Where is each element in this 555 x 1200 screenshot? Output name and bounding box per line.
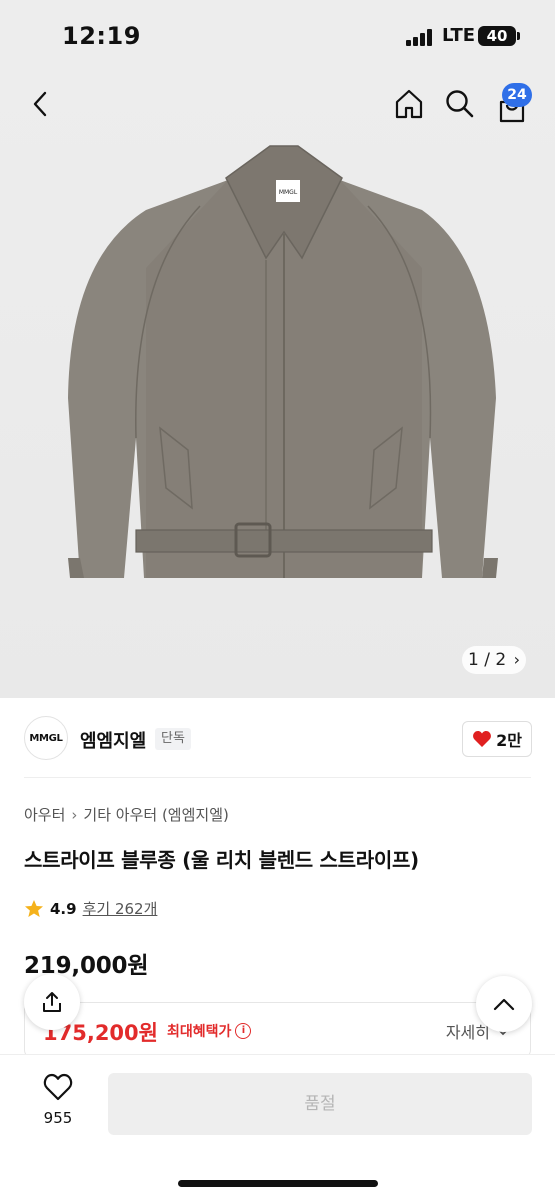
chevron-up-icon bbox=[493, 998, 515, 1011]
cart-count-badge: 24 bbox=[502, 83, 532, 107]
info-icon[interactable]: i bbox=[235, 1023, 252, 1039]
status-time: 12:19 bbox=[62, 22, 141, 50]
product-title: 스트라이프 블루종 (울 리치 블렌드 스트라이프) bbox=[24, 848, 419, 872]
status-bar: 12:19 LTE 40 bbox=[0, 0, 555, 70]
brand-like-count: 2만 bbox=[496, 731, 522, 750]
back-arrow-icon bbox=[33, 91, 47, 117]
breadcrumb-item-outer[interactable]: 아우터 bbox=[24, 804, 65, 825]
product-image-jacket: MMGL bbox=[68, 145, 498, 578]
breadcrumb-item-category[interactable]: 기타 아우터 (엠엠지엘) bbox=[83, 804, 228, 825]
sold-out-button[interactable]: 품절 bbox=[108, 1073, 532, 1135]
network-label: LTE bbox=[442, 25, 476, 46]
signal-icon bbox=[406, 28, 436, 46]
brand-like-button[interactable]: 2만 bbox=[462, 721, 532, 757]
rating-row: 4.9 후기 262개 bbox=[24, 898, 157, 919]
section-divider bbox=[24, 777, 531, 778]
search-icon bbox=[446, 90, 474, 118]
home-indicator bbox=[178, 1180, 378, 1187]
wishlist-button[interactable]: 955 bbox=[30, 1073, 86, 1133]
chevron-right-icon: › bbox=[513, 650, 520, 669]
home-icon bbox=[395, 89, 423, 119]
star-icon bbox=[25, 899, 43, 917]
review-link[interactable]: 후기 262개 bbox=[83, 898, 158, 919]
image-page-indicator[interactable]: 1 / 2 › bbox=[462, 646, 526, 674]
garment-label: MMGL bbox=[279, 189, 298, 196]
brand-row: MMGL 엠엠지엘 단독 2만 bbox=[0, 712, 555, 772]
rating-value: 4.9 bbox=[50, 899, 77, 918]
page-indicator-text: 1 / 2 bbox=[468, 650, 507, 670]
breadcrumb: 아우터 › 기타 아우터 (엠엠지엘) bbox=[24, 804, 229, 825]
battery-icon: 40 bbox=[478, 26, 516, 46]
share-button[interactable] bbox=[24, 974, 80, 1030]
scroll-top-button[interactable] bbox=[476, 976, 532, 1032]
home-button[interactable] bbox=[391, 86, 427, 122]
search-button[interactable] bbox=[442, 86, 478, 122]
bottom-action-bar: 955 품절 bbox=[0, 1054, 555, 1200]
battery-tip bbox=[517, 32, 520, 40]
benefit-label: 최대혜택가 i bbox=[167, 1021, 252, 1041]
max-benefit-box[interactable]: 175,200원 최대혜택가 i 자세히 bbox=[24, 1002, 531, 1058]
heart-filled-icon bbox=[473, 731, 491, 747]
benefit-label-text: 최대혜택가 bbox=[167, 1024, 232, 1040]
wishlist-count: 955 bbox=[43, 1109, 73, 1127]
exclusive-tag: 단독 bbox=[155, 728, 191, 750]
brand-name[interactable]: 엠엠지엘 bbox=[80, 727, 146, 753]
heart-outline-icon bbox=[43, 1073, 73, 1101]
back-button[interactable] bbox=[22, 86, 58, 122]
chevron-right-icon: › bbox=[71, 805, 78, 824]
share-icon bbox=[43, 992, 61, 1012]
brand-logo[interactable]: MMGL bbox=[24, 716, 68, 760]
